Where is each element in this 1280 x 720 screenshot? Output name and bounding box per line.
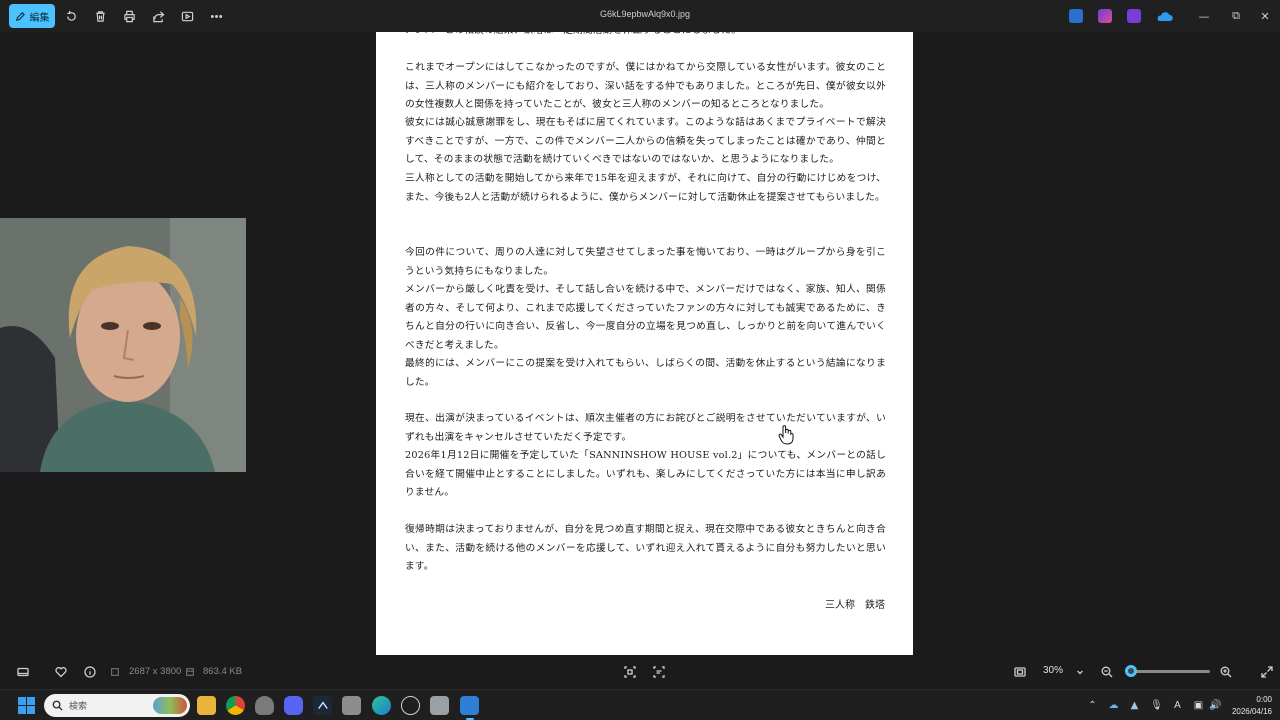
camera-icon[interactable] (430, 696, 449, 715)
discord-icon[interactable] (284, 696, 303, 715)
file-explorer-icon[interactable] (197, 696, 216, 715)
network-icon[interactable]: ▣ (1191, 698, 1206, 713)
filesize-icon (185, 664, 195, 680)
document-image: メンバーとの相談の結果、鉄塔は一定期間活動を休止することにしました。 これまでオ… (376, 32, 913, 655)
more-options-button[interactable] (207, 7, 225, 25)
hand-cursor-icon (778, 425, 794, 445)
doc-paragraph: 三人称としての活動を開始してから来年で15年を迎えますが、それに向けて、自分の行… (405, 173, 886, 203)
photos-app-icon[interactable] (460, 696, 479, 720)
clock-time: 0:00 (1256, 695, 1272, 704)
filmstrip-toggle-button[interactable] (15, 664, 31, 680)
delete-button[interactable] (91, 7, 109, 25)
doc-paragraph: メンバーから厳しく叱責を受け、そして話し合いを続ける中で、メンバーだけではなく、… (405, 284, 886, 351)
start-button[interactable] (18, 697, 35, 714)
search-icon (52, 700, 63, 711)
rotate-icon (66, 10, 76, 21)
edge-icon[interactable] (372, 696, 391, 715)
steam-icon[interactable] (313, 696, 332, 715)
microphone-icon[interactable]: 🎙 (1149, 698, 1164, 713)
top-toolbar: 編集 G6kL9epbwAlq9x0.jpg — ⧉ ✕ (0, 0, 1280, 32)
favorite-button[interactable] (53, 664, 69, 680)
taskbar: 検索 ⌃ ☁ ▲ 🎙 A ▣ 🔊 0:00 2026/04/16 (0, 689, 1280, 720)
clock-date: 2026/04/16 (1231, 707, 1272, 716)
chrome-icon[interactable] (226, 696, 245, 715)
restore-button[interactable]: ⧉ (1228, 8, 1244, 24)
windows-logo-icon (18, 697, 26, 705)
slideshow-button[interactable] (178, 7, 196, 25)
chevron-down-icon (1077, 670, 1083, 675)
close-button[interactable]: ✕ (1257, 8, 1273, 24)
speaker-icon[interactable]: 🔊 (1208, 698, 1223, 713)
zoom-in-icon (1220, 666, 1232, 678)
doc-paragraph: 2026年1月12日に開催を予定していた「SANNINSHOW HOUSE vo… (405, 450, 886, 498)
slideshow-icon (181, 11, 193, 21)
share-icon (152, 10, 165, 22)
dimensions-icon (110, 664, 120, 680)
zoom-slider[interactable] (1125, 665, 1210, 677)
filmstrip-icon (17, 667, 29, 677)
image-dimensions: 2687 x 3800 (129, 666, 182, 677)
copilot-icon[interactable] (1098, 9, 1112, 23)
zoom-out-button[interactable] (1099, 664, 1115, 680)
print-button[interactable] (120, 7, 138, 25)
input-method-icon[interactable]: A (1170, 698, 1185, 713)
zoom-slider-thumb[interactable] (1125, 665, 1137, 677)
doc-paragraph: メンバーとの相談の結果、鉄塔は一定期間活動を休止することにしました。 (405, 32, 886, 41)
heart-icon (55, 667, 67, 678)
taskbar-search[interactable]: 検索 (44, 694, 190, 717)
share-button[interactable] (149, 7, 167, 25)
pencil-icon (15, 11, 25, 21)
fit-to-window-button[interactable] (1012, 664, 1028, 680)
shield-app-icon[interactable] (255, 696, 274, 715)
search-highlight-image (153, 697, 187, 714)
steam-tray-icon[interactable]: ▲ (1127, 698, 1142, 713)
obs-icon[interactable] (401, 696, 420, 715)
crop-icon (624, 666, 636, 678)
zoom-in-button[interactable] (1218, 664, 1234, 680)
printer-icon (123, 10, 135, 22)
rotate-button[interactable] (62, 7, 80, 25)
doc-paragraph: 現在、出演が決まっているイベントは、順次主催者の方にお詫びとご説明をさせていただ… (405, 413, 886, 443)
hand-app-icon[interactable] (342, 696, 361, 715)
chevron-up-icon[interactable]: ⌃ (1085, 698, 1100, 713)
expand-icon (1261, 666, 1273, 678)
info-icon (84, 666, 96, 678)
doc-signature: 三人称 鉄塔 (825, 600, 885, 611)
photos-editor-icon[interactable] (1069, 9, 1083, 23)
doc-paragraph: 最終的には、メンバーにこの提案を受け入れてもらい、しばらくの間、活動を休止すると… (405, 358, 886, 388)
info-bar: 2687 x 3800 863.4 KB 30% (0, 655, 1280, 689)
webcam-overlay (0, 218, 246, 472)
doc-paragraph: 復帰時期は決まっておりませんが、自分を見つめ直す期間と捉え、現在交際中である彼女… (405, 524, 886, 572)
edit-button[interactable]: 編集 (9, 4, 55, 28)
file-info-button[interactable] (82, 664, 98, 680)
zoom-level[interactable]: 30% (1043, 665, 1063, 676)
more-dots-icon (210, 14, 222, 18)
clipchamp-icon[interactable] (1127, 9, 1141, 23)
file-size: 863.4 KB (203, 666, 243, 677)
webcam-person-image (0, 218, 246, 472)
zoom-out-icon (1101, 666, 1113, 678)
fit-window-icon (1014, 667, 1026, 677)
search-placeholder: 検索 (69, 701, 88, 711)
taskbar-clock[interactable]: 0:00 2026/04/16 (1232, 694, 1272, 718)
minimize-button[interactable]: — (1196, 8, 1212, 24)
doc-paragraph: 彼女には誠心誠意謝罪をし、現在もそばに居てくれています。このような話はあくまでプ… (405, 117, 886, 165)
cloud-sync-icon[interactable]: ☁ (1106, 698, 1121, 713)
scan-text-button[interactable] (651, 664, 667, 680)
onedrive-icon[interactable] (1156, 9, 1173, 23)
doc-paragraph: 今回の件について、周りの人達に対して失望させてしまった事を悔いており、一時はグル… (405, 247, 886, 277)
edit-button-label: 編集 (29, 12, 50, 24)
window-title: G6kL9epbwAlq9x0.jpg (599, 9, 691, 19)
crop-button[interactable] (622, 664, 638, 680)
trash-icon (95, 10, 105, 22)
doc-paragraph: これまでオープンにはしてこなかったのですが、僕にはかねてから交際している女性がい… (405, 62, 886, 110)
scan-text-icon (653, 666, 665, 678)
zoom-dropdown-button[interactable] (1072, 664, 1088, 680)
fullscreen-button[interactable] (1259, 664, 1275, 680)
